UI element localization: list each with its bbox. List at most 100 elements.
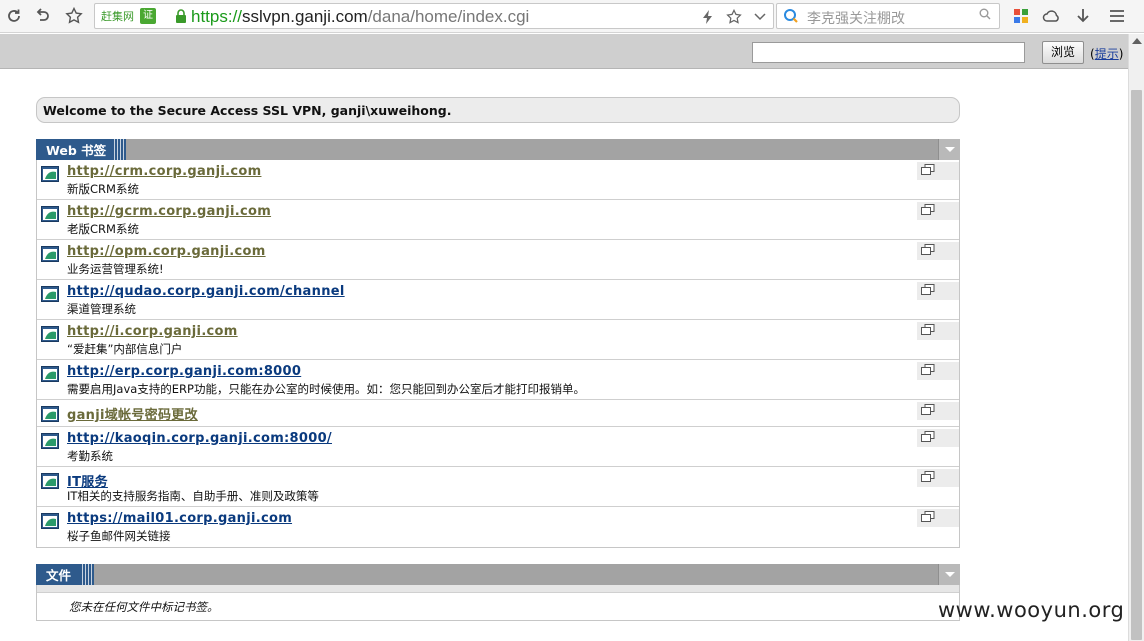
bookmark-star-icon[interactable] bbox=[725, 8, 743, 26]
bookmark-row: http://crm.corp.ganji.com 新版CRM系统 bbox=[37, 160, 959, 200]
search-engine-icon bbox=[784, 9, 798, 23]
url-path: /dana/home/index.cgi bbox=[367, 7, 530, 26]
favorite-star-icon[interactable] bbox=[62, 4, 86, 28]
new-window-icon bbox=[921, 244, 935, 255]
new-window-icon bbox=[921, 204, 935, 215]
search-placeholder: 李克强关注棚改 bbox=[807, 11, 905, 27]
scrollbar-thumb[interactable] bbox=[1131, 90, 1142, 640]
browser-toolbar: 赶集网 证 https://sslvpn.ganji.com/dana/home… bbox=[0, 0, 1144, 33]
files-collapse-button[interactable] bbox=[938, 564, 960, 585]
welcome-banner: Welcome to the Secure Access SSL VPN, ga… bbox=[36, 97, 960, 123]
web-bookmarks-title-tab: Web 书签 bbox=[36, 139, 112, 160]
open-in-new-window-button[interactable] bbox=[917, 469, 959, 487]
reload-icon[interactable] bbox=[2, 4, 26, 28]
bookmark-link[interactable]: https://mail01.corp.ganji.com bbox=[67, 511, 292, 526]
bookmark-link[interactable]: http://opm.corp.ganji.com bbox=[67, 244, 266, 259]
bookmark-link[interactable]: ganji域帐号密码更改 bbox=[67, 404, 198, 423]
bookmark-link[interactable]: http://qudao.corp.ganji.com/channel bbox=[67, 284, 345, 299]
bookmark-description: IT相关的支持服务指南、自助手册、准则及政策等 bbox=[67, 489, 319, 503]
bookmark-description: 新版CRM系统 bbox=[67, 182, 139, 196]
address-bar[interactable]: 赶集网 证 https://sslvpn.ganji.com/dana/home… bbox=[94, 3, 774, 29]
browse-button[interactable]: 浏览 bbox=[1042, 41, 1084, 64]
bookmark-row: http://gcrm.corp.ganji.com 老版CRM系统 bbox=[37, 200, 959, 240]
new-window-icon bbox=[921, 324, 935, 335]
bookmark-link[interactable]: http://gcrm.corp.ganji.com bbox=[67, 204, 271, 219]
search-icon[interactable] bbox=[979, 8, 991, 24]
apps-grid-icon[interactable] bbox=[1010, 5, 1032, 27]
bookmark-link[interactable]: http://erp.corp.ganji.com:8000 bbox=[67, 364, 301, 379]
open-in-new-window-button[interactable] bbox=[917, 402, 959, 420]
bookmark-row: http://qudao.corp.ganji.com/channel 渠道管理… bbox=[37, 280, 959, 320]
scroll-up-icon[interactable] bbox=[1132, 38, 1142, 44]
certificate-icon[interactable]: 证 bbox=[140, 8, 156, 24]
files-panel-body: 您未在任何文件中标记书签。 bbox=[36, 585, 960, 621]
bookmark-row: ganji域帐号密码更改 bbox=[37, 400, 959, 427]
browse-url-input[interactable] bbox=[752, 42, 1025, 63]
web-bookmarks-title: Web 书签 bbox=[46, 143, 107, 158]
lightning-icon[interactable] bbox=[699, 8, 717, 26]
web-page-icon bbox=[41, 366, 59, 382]
files-header: 文件 bbox=[36, 564, 960, 585]
open-in-new-window-button[interactable] bbox=[917, 429, 959, 447]
new-window-icon bbox=[921, 364, 935, 375]
chevron-down-icon[interactable] bbox=[751, 8, 769, 26]
hint: (提示) bbox=[1090, 45, 1123, 62]
new-window-icon bbox=[921, 431, 935, 442]
bookmark-description: 业务运营管理系统! bbox=[67, 262, 164, 276]
download-icon[interactable] bbox=[1072, 5, 1094, 27]
cloud-icon[interactable] bbox=[1040, 5, 1062, 27]
new-window-icon bbox=[921, 164, 935, 175]
web-page-icon bbox=[41, 286, 59, 302]
bookmark-row: IT服务 IT相关的支持服务指南、自助手册、准则及政策等 bbox=[37, 467, 959, 507]
web-page-icon bbox=[41, 473, 59, 489]
web-page-icon bbox=[41, 513, 59, 529]
new-window-icon bbox=[921, 404, 935, 415]
web-bookmarks-header: Web 书签 bbox=[36, 139, 960, 160]
open-in-new-window-button[interactable] bbox=[917, 242, 959, 260]
vertical-scrollbar[interactable] bbox=[1128, 34, 1144, 641]
open-in-new-window-button[interactable] bbox=[917, 162, 959, 180]
undo-icon[interactable] bbox=[30, 4, 54, 28]
page-toolbar: 浏览 (提示) bbox=[0, 34, 1128, 69]
bookmark-row: http://kaoqin.corp.ganji.com:8000/ 考勤系统 bbox=[37, 427, 959, 467]
web-page-icon bbox=[41, 246, 59, 262]
bookmark-description: 桜子鱼邮件网关链接 bbox=[67, 529, 171, 543]
web-page-icon bbox=[41, 206, 59, 222]
menu-icon[interactable] bbox=[1106, 5, 1128, 27]
header-stripes bbox=[112, 139, 126, 160]
url-scheme: https:// bbox=[191, 7, 243, 26]
url-text[interactable]: https://sslvpn.ganji.com/dana/home/index… bbox=[191, 7, 529, 27]
open-in-new-window-button[interactable] bbox=[917, 202, 959, 220]
lock-icon[interactable] bbox=[173, 8, 189, 24]
bookmark-row: http://opm.corp.ganji.com 业务运营管理系统! bbox=[37, 240, 959, 280]
bookmark-description: 老版CRM系统 bbox=[67, 222, 139, 236]
bookmark-description: “爱赶集”内部信息门户 bbox=[67, 342, 183, 356]
files-empty-message: 您未在任何文件中标记书签。 bbox=[69, 600, 219, 614]
bookmark-description: 渠道管理系统 bbox=[67, 302, 136, 316]
files-subheader bbox=[37, 585, 959, 593]
web-page-icon bbox=[41, 433, 59, 449]
bookmark-link[interactable]: http://i.corp.ganji.com bbox=[67, 324, 238, 339]
bookmark-link[interactable]: http://crm.corp.ganji.com bbox=[67, 164, 261, 179]
open-in-new-window-button[interactable] bbox=[917, 322, 959, 340]
site-badge: 赶集网 证 bbox=[101, 7, 156, 25]
bookmark-link[interactable]: http://kaoqin.corp.ganji.com:8000/ bbox=[67, 431, 332, 446]
web-page-icon bbox=[41, 166, 59, 182]
web-bookmarks-list: http://crm.corp.ganji.com 新版CRM系统 http://… bbox=[36, 160, 960, 548]
web-page-icon bbox=[41, 326, 59, 342]
welcome-text: Welcome to the Secure Access SSL VPN, ga… bbox=[43, 103, 452, 118]
new-window-icon bbox=[921, 284, 935, 295]
hint-link[interactable]: 提示 bbox=[1095, 47, 1119, 61]
open-in-new-window-button[interactable] bbox=[917, 362, 959, 380]
bookmark-description: 需要启用Java支持的ERP功能，只能在办公室的时候使用。如：您只能回到办公室后… bbox=[67, 382, 585, 396]
open-in-new-window-button[interactable] bbox=[917, 509, 959, 527]
watermark: www.wooyun.org bbox=[938, 598, 1125, 622]
bookmark-description: 考勤系统 bbox=[67, 449, 113, 463]
search-box[interactable]: 李克强关注棚改 bbox=[776, 3, 1000, 29]
web-bookmarks-collapse-button[interactable] bbox=[938, 139, 960, 160]
hint-close-paren: ) bbox=[1118, 47, 1124, 61]
new-window-icon bbox=[921, 511, 935, 522]
bookmark-row: https://mail01.corp.ganji.com 桜子鱼邮件网关链接 bbox=[37, 507, 959, 547]
header-stripes bbox=[80, 564, 94, 585]
open-in-new-window-button[interactable] bbox=[917, 282, 959, 300]
